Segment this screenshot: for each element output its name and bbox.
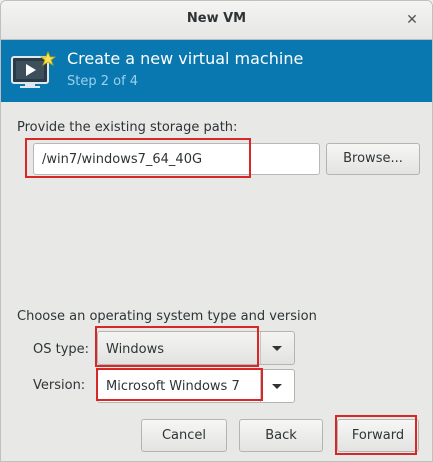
cancel-button[interactable]: Cancel: [141, 419, 227, 452]
new-vm-dialog: New VM ✕ Create a new virtual machine St…: [0, 0, 433, 462]
close-icon[interactable]: ✕: [402, 10, 422, 30]
os-type-dropdown[interactable]: [260, 332, 294, 364]
version-label: Version:: [33, 378, 86, 393]
wizard-title: Create a new virtual machine: [67, 49, 304, 68]
browse-button[interactable]: Browse...: [326, 143, 420, 175]
storage-path-input[interactable]: [33, 143, 320, 175]
wizard-step: Step 2 of 4: [67, 74, 139, 89]
title-bar: New VM ✕: [1, 1, 432, 40]
back-button[interactable]: Back: [239, 419, 323, 452]
os-type-value: Windows: [106, 342, 165, 357]
os-type-label: OS type:: [33, 342, 90, 357]
storage-path-label: Provide the existing storage path:: [17, 120, 238, 135]
version-dropdown[interactable]: [260, 370, 294, 402]
version-select[interactable]: Microsoft Windows 7: [97, 369, 295, 403]
os-type-select[interactable]: Windows: [97, 331, 295, 365]
chevron-down-icon: [272, 346, 282, 351]
window-title: New VM: [186, 11, 247, 26]
forward-button[interactable]: Forward: [337, 419, 419, 452]
wizard-header: Create a new virtual machine Step 2 of 4: [1, 40, 432, 102]
chevron-down-icon: [272, 384, 282, 389]
os-section-label: Choose an operating system type and vers…: [17, 309, 317, 324]
virtual-machine-icon: [11, 51, 57, 88]
version-value: Microsoft Windows 7: [106, 379, 240, 394]
